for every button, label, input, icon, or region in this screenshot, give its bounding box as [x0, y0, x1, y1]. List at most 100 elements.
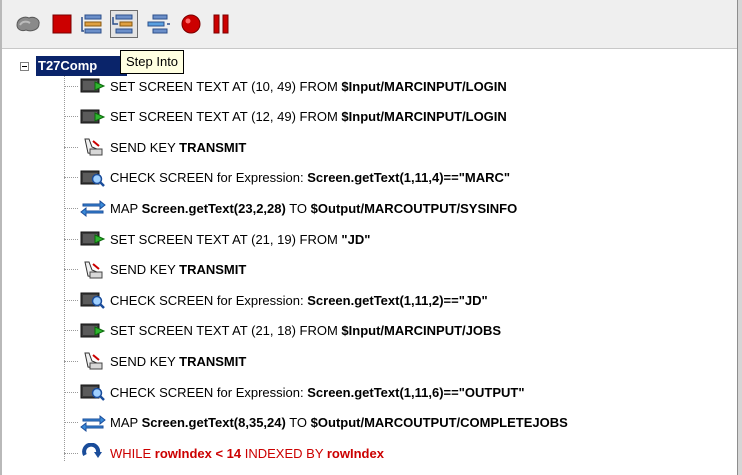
node-value: rowIndex < 14 [154, 445, 242, 461]
tree-connector-branch [64, 360, 78, 362]
tree-connector-branch [64, 452, 78, 454]
tree-node-text: SET SCREEN TEXT AT (10, 49) FROM $Input/… [110, 79, 507, 94]
node-value: TRANSMIT [179, 353, 247, 369]
tree-node[interactable]: MAP Screen.getText(23,2,28) TO $Output/M… [64, 196, 517, 220]
step-out-button[interactable] [144, 10, 172, 38]
tree-node-text: SEND KEY TRANSMIT [110, 262, 246, 277]
tree-node-text: CHECK SCREEN for Expression: Screen.getT… [110, 293, 488, 308]
node-value: Screen.getText(8,35,24) [141, 415, 286, 431]
set-screen-text-icon [80, 228, 106, 250]
step-over-icon [81, 14, 102, 34]
tree-node-text: CHECK SCREEN for Expression: Screen.getT… [110, 170, 510, 185]
step-into-icon [112, 14, 133, 34]
breakpoint-icon [181, 14, 201, 34]
run-button[interactable] [14, 10, 42, 38]
tree-node-text: SET SCREEN TEXT AT (21, 18) FROM $Input/… [110, 323, 501, 338]
tree-connector-branch [64, 299, 78, 301]
breakpoint-button[interactable] [177, 10, 205, 38]
check-screen-icon [80, 381, 106, 403]
pause-button[interactable] [207, 10, 235, 38]
tree-node[interactable]: MAP Screen.getText(8,35,24) TO $Output/M… [64, 411, 568, 435]
node-keyword: INDEXED BY [241, 445, 327, 461]
node-value: Screen.getText(1,11,4)=="MARC" [307, 170, 511, 186]
while-loop-icon [80, 442, 106, 464]
tree-node[interactable]: CHECK SCREEN for Expression: Screen.getT… [64, 166, 510, 190]
node-keyword: MAP [110, 415, 142, 431]
node-keyword: TO [285, 200, 311, 216]
node-value: "JD" [341, 231, 371, 247]
node-value: Screen.getText(1,11,2)=="JD" [307, 292, 488, 308]
tree-node-text: SEND KEY TRANSMIT [110, 140, 246, 155]
run-icon [16, 16, 40, 32]
tree-node[interactable]: SET SCREEN TEXT AT (12, 49) FROM $Input/… [64, 105, 507, 129]
tree-node-text: CHECK SCREEN for Expression: Screen.getT… [110, 385, 525, 400]
tree-connector-branch [64, 238, 78, 240]
tooltip: Step Into [120, 50, 185, 74]
tree-connector-branch [64, 116, 78, 118]
tree-node[interactable]: SET SCREEN TEXT AT (21, 18) FROM $Input/… [64, 319, 501, 343]
debug-toolbar [2, 0, 737, 49]
tree-connector-branch [64, 146, 78, 148]
check-screen-icon [80, 289, 106, 311]
node-value: $Output/MARCOUTPUT/SYSINFO [310, 200, 518, 216]
node-keyword: CHECK SCREEN for Expression: [110, 292, 308, 308]
tree-connector-branch [64, 330, 78, 332]
tree-connector-branch [64, 85, 78, 87]
step-over-button[interactable] [80, 10, 108, 38]
tree-node-text: WHILE rowIndex < 14 INDEXED BY rowIndex [110, 446, 384, 461]
node-keyword: SET SCREEN TEXT AT (21, 19) FROM [110, 231, 342, 247]
pause-icon [213, 14, 229, 34]
node-value: TRANSMIT [179, 139, 247, 155]
node-value: Screen.getText(1,11,6)=="OUTPUT" [307, 384, 525, 400]
tree-node[interactable]: CHECK SCREEN for Expression: Screen.getT… [64, 288, 488, 312]
tree-connector-branch [64, 391, 78, 393]
send-key-icon [80, 259, 106, 281]
tree-node-text: SET SCREEN TEXT AT (12, 49) FROM $Input/… [110, 109, 507, 124]
node-keyword: CHECK SCREEN for Expression: [110, 384, 308, 400]
tree-connector-branch [64, 269, 78, 271]
scrollbar-edge[interactable] [737, 0, 742, 475]
set-screen-text-icon [80, 75, 106, 97]
node-keyword: SEND KEY [110, 353, 180, 369]
tree-node-text: MAP Screen.getText(8,35,24) TO $Output/M… [110, 415, 568, 430]
tree-node[interactable]: SET SCREEN TEXT AT (21, 19) FROM "JD" [64, 227, 370, 251]
send-key-icon [80, 350, 106, 372]
tree-node[interactable]: SEND KEY TRANSMIT [64, 349, 246, 373]
node-keyword: SEND KEY [110, 262, 180, 278]
node-value: TRANSMIT [179, 262, 247, 278]
node-value: $Input/MARCINPUT/JOBS [341, 323, 502, 339]
tree-node[interactable]: SEND KEY TRANSMIT [64, 258, 246, 282]
tree-node[interactable]: SET SCREEN TEXT AT (10, 49) FROM $Input/… [64, 74, 507, 98]
tree-connector-branch [64, 177, 78, 179]
map-icon [80, 412, 106, 434]
node-value: rowIndex [326, 445, 384, 461]
node-keyword: CHECK SCREEN for Expression: [110, 170, 308, 186]
check-screen-icon [80, 167, 106, 189]
node-keyword: SEND KEY [110, 139, 180, 155]
node-keyword: MAP [110, 200, 142, 216]
node-keyword: SET SCREEN TEXT AT (10, 49) FROM [110, 78, 342, 94]
tree-node[interactable]: CHECK SCREEN for Expression: Screen.getT… [64, 380, 525, 404]
tree-node[interactable]: SEND KEY TRANSMIT [64, 135, 246, 159]
tree-root-label[interactable]: T27Comp [36, 56, 127, 76]
stop-button[interactable] [48, 10, 76, 38]
stop-icon [52, 14, 72, 34]
set-screen-text-icon [80, 320, 106, 342]
tree-node[interactable]: WHILE rowIndex < 14 INDEXED BY rowIndex [64, 441, 384, 465]
node-keyword: WHILE [110, 445, 155, 461]
step-into-button[interactable] [110, 10, 138, 38]
tree-connector-branch [64, 207, 78, 209]
node-value: Screen.getText(23,2,28) [141, 200, 286, 216]
node-value: $Output/MARCOUTPUT/COMPLETEJOBS [310, 415, 568, 431]
tree-node-text: SEND KEY TRANSMIT [110, 354, 246, 369]
node-keyword: SET SCREEN TEXT AT (21, 18) FROM [110, 323, 342, 339]
node-value: $Input/MARCINPUT/LOGIN [341, 78, 507, 94]
tree-node-text: SET SCREEN TEXT AT (21, 19) FROM "JD" [110, 232, 370, 247]
map-icon [80, 197, 106, 219]
step-out-icon [147, 14, 170, 34]
node-value: $Input/MARCINPUT/LOGIN [341, 109, 507, 125]
node-keyword: TO [285, 415, 311, 431]
tree-connector-branch [64, 422, 78, 424]
set-screen-text-icon [80, 106, 106, 128]
collapse-toggle[interactable] [20, 62, 29, 71]
